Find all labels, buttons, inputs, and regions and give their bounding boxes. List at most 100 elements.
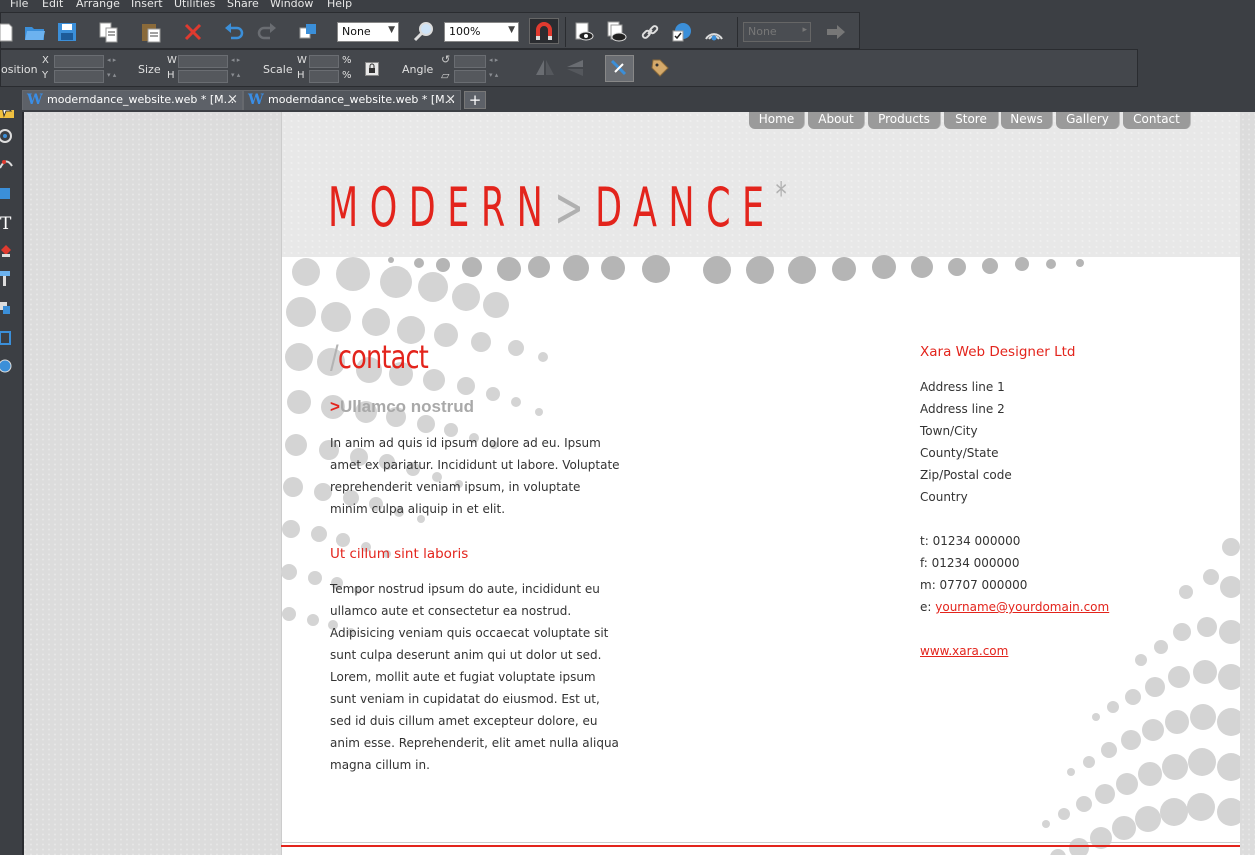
nav-about[interactable]: About xyxy=(808,112,865,129)
halftone-dot xyxy=(508,340,524,356)
ellipse-tool-icon[interactable] xyxy=(0,356,14,376)
link-icon[interactable] xyxy=(639,21,661,43)
fill-tool-icon[interactable] xyxy=(0,240,14,260)
new-document-icon[interactable] xyxy=(0,21,17,43)
halftone-dot xyxy=(911,256,933,278)
spin-arrows-icon[interactable]: ▾ ▴ xyxy=(231,71,240,79)
document-tab[interactable]: W moderndance_website.web * [M... × xyxy=(243,90,461,110)
nav-gallery[interactable]: Gallery xyxy=(1056,112,1120,129)
halftone-dot xyxy=(436,258,450,272)
menu-window[interactable]: Window xyxy=(270,0,313,10)
selector-transform-icon[interactable] xyxy=(605,55,634,82)
y-field[interactable] xyxy=(54,70,104,83)
transparency-tool-icon[interactable] xyxy=(0,268,14,288)
halftone-dot xyxy=(282,607,296,621)
spin-arrows-icon[interactable]: ▾ ▴ xyxy=(107,71,116,79)
shadow-tool-icon[interactable] xyxy=(0,298,14,318)
paragraph-line: anim esse. Reprehenderit, elit amet null… xyxy=(330,736,619,750)
separator xyxy=(565,17,566,47)
close-icon[interactable]: × xyxy=(445,92,456,107)
open-folder-icon[interactable] xyxy=(24,21,46,43)
undo-icon[interactable] xyxy=(223,21,245,43)
lock-aspect-icon[interactable] xyxy=(365,62,379,76)
contour-tool-icon[interactable] xyxy=(0,126,14,146)
menu-help[interactable]: Help xyxy=(327,0,352,10)
shape-editor-tool-icon[interactable] xyxy=(0,154,14,174)
subheading-primary: >Ullamco nostrud xyxy=(330,397,474,417)
rectangle-tool-icon[interactable] xyxy=(0,184,14,204)
menu-utilities[interactable]: Utilities xyxy=(174,0,215,10)
preview-site-icon[interactable] xyxy=(606,21,628,43)
x-field[interactable] xyxy=(54,55,104,68)
paragraph-line: magna cillum in. xyxy=(330,758,430,772)
quality-dropdown[interactable]: None ▼ xyxy=(337,22,399,42)
menu-bar: File Edit Arrange Insert Utilities Share… xyxy=(0,0,1255,12)
angle-field[interactable] xyxy=(454,55,486,68)
nav-news[interactable]: News xyxy=(1001,112,1053,129)
menu-file[interactable]: File xyxy=(10,0,28,10)
halftone-dot xyxy=(511,397,521,407)
paste-icon[interactable] xyxy=(140,21,162,43)
halftone-dot xyxy=(1116,773,1138,795)
delete-icon[interactable] xyxy=(182,21,204,43)
menu-share[interactable]: Share xyxy=(227,0,259,10)
paragraph-line: Adipisicing veniam quis occaecat volupta… xyxy=(330,626,609,640)
site-logo[interactable]: MODERN>DANCE* xyxy=(328,175,798,239)
menu-edit[interactable]: Edit xyxy=(42,0,63,10)
nav-contact[interactable]: Contact xyxy=(1123,112,1191,129)
nav-home[interactable]: Home xyxy=(749,112,805,129)
document-canvas[interactable]: Home About Products Store News Gallery C… xyxy=(22,112,1255,855)
copy-icon[interactable] xyxy=(98,21,120,43)
width-field[interactable] xyxy=(178,55,228,68)
flip-vertical-icon[interactable] xyxy=(565,57,587,79)
scale-h-field[interactable] xyxy=(309,70,339,83)
halftone-dot xyxy=(1138,762,1162,786)
paragraph-line: ullamco aute et consectetur ea nostrud. xyxy=(330,604,572,618)
halftone-dot xyxy=(1168,666,1190,688)
menu-arrange[interactable]: Arrange xyxy=(76,0,120,10)
halftone-dot xyxy=(292,258,320,286)
halftone-dot xyxy=(703,256,731,284)
save-icon[interactable] xyxy=(56,21,78,43)
body-paragraph: Tempor nostrud ipsum do aute, incididunt… xyxy=(330,578,619,776)
halftone-dot xyxy=(307,614,319,626)
height-field[interactable] xyxy=(178,70,228,83)
halftone-dot xyxy=(1179,585,1193,599)
nav-store[interactable]: Store xyxy=(944,112,999,129)
spin-arrows-icon[interactable]: ◂ ▸ xyxy=(231,56,240,64)
spin-arrows-icon[interactable]: ▾ ▴ xyxy=(489,71,498,79)
text-tool-icon[interactable]: T xyxy=(0,212,14,234)
intro-paragraph: In anim ad quis id ipsum dolore ad eu. I… xyxy=(330,432,620,520)
document-tab-active[interactable]: W moderndance_website.web * [M... × xyxy=(22,90,243,110)
toolbox: T xyxy=(0,92,16,855)
new-tab-button[interactable]: + xyxy=(464,91,486,109)
subheading-secondary: Ut cillum sint laboris xyxy=(330,546,469,562)
spin-arrows-icon[interactable]: ◂ ▸ xyxy=(107,56,116,64)
snap-magnet-icon[interactable] xyxy=(529,18,559,44)
tag-icon[interactable] xyxy=(649,57,671,79)
close-icon[interactable]: × xyxy=(227,92,238,107)
flip-horizontal-icon[interactable] xyxy=(534,57,556,79)
broadcast-icon[interactable] xyxy=(703,21,725,43)
scale-w-field[interactable] xyxy=(309,55,339,68)
web-document-icon: W xyxy=(27,92,43,108)
menu-insert[interactable]: Insert xyxy=(131,0,163,10)
preview-page-icon[interactable] xyxy=(573,21,595,43)
paragraph-line: sunt culpa deserunt anim qui ut dolor ut… xyxy=(330,648,602,662)
redo-icon[interactable] xyxy=(256,21,278,43)
publish-globe-icon[interactable] xyxy=(671,21,693,43)
paragraph-line: Lorem, mollit aute et fugiat voluptate i… xyxy=(330,670,596,684)
zoom-tool-icon[interactable] xyxy=(413,21,435,43)
nav-products[interactable]: Products xyxy=(868,112,941,129)
paragraph-line: amet ex pariatur. Incididunt ut labore. … xyxy=(330,458,620,472)
halftone-dot xyxy=(1092,713,1100,721)
email-link[interactable]: yourname@yourdomain.com xyxy=(935,600,1109,614)
website-link[interactable]: www.xara.com xyxy=(920,644,1008,658)
bring-to-front-icon[interactable] xyxy=(298,21,320,43)
skew-field[interactable] xyxy=(454,70,486,83)
zoom-dropdown[interactable]: 100% ▼ xyxy=(444,22,519,42)
halftone-dot xyxy=(1217,708,1240,736)
photo-tool-icon[interactable] xyxy=(0,328,14,348)
halftone-dot xyxy=(1188,748,1216,776)
spin-arrows-icon[interactable]: ◂ ▸ xyxy=(489,56,498,64)
